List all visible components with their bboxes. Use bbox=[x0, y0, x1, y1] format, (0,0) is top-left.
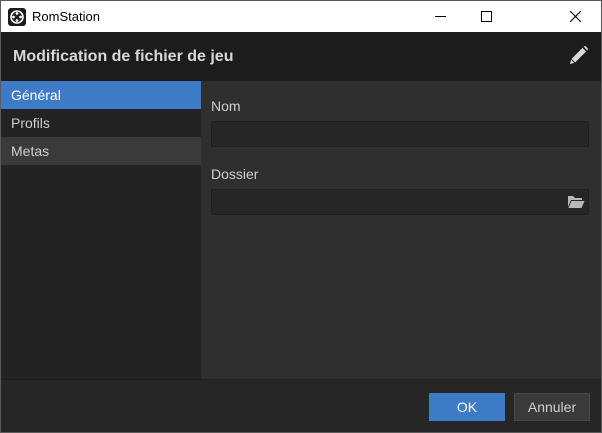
folder-input[interactable] bbox=[212, 190, 588, 214]
folder-label: Dossier bbox=[211, 166, 259, 182]
dialog-title: Modification de fichier de jeu bbox=[13, 48, 234, 65]
dialog-window: RomStation Modification de fichier de je… bbox=[0, 0, 602, 433]
ok-button[interactable]: OK bbox=[429, 393, 505, 421]
close-button[interactable] bbox=[509, 1, 601, 32]
dialog-footer: OK Annuler bbox=[1, 379, 601, 432]
name-input[interactable] bbox=[212, 122, 588, 146]
minimize-button[interactable] bbox=[417, 1, 463, 32]
sidebar-item-profils[interactable]: Profils bbox=[1, 109, 201, 137]
folder-open-icon[interactable] bbox=[567, 194, 585, 210]
name-label: Nom bbox=[211, 98, 241, 114]
app-title: RomStation bbox=[32, 9, 100, 24]
sidebar-item-general[interactable]: Général bbox=[1, 81, 201, 109]
title-bar: RomStation bbox=[1, 1, 601, 32]
pencil-icon[interactable] bbox=[567, 45, 589, 67]
name-field-box bbox=[211, 121, 589, 147]
cancel-button[interactable]: Annuler bbox=[514, 393, 590, 421]
sidebar-item-metas[interactable]: Metas bbox=[1, 137, 201, 165]
folder-field-box bbox=[211, 189, 589, 215]
main-panel: Nom Dossier bbox=[201, 81, 601, 379]
sidebar: Général Profils Metas bbox=[1, 81, 201, 379]
romstation-logo-icon bbox=[8, 8, 26, 26]
maximize-icon bbox=[480, 11, 492, 22]
maximize-button[interactable] bbox=[463, 1, 509, 32]
close-icon bbox=[569, 11, 581, 22]
dialog-header: Modification de fichier de jeu bbox=[1, 32, 601, 82]
minimize-icon bbox=[434, 16, 446, 17]
